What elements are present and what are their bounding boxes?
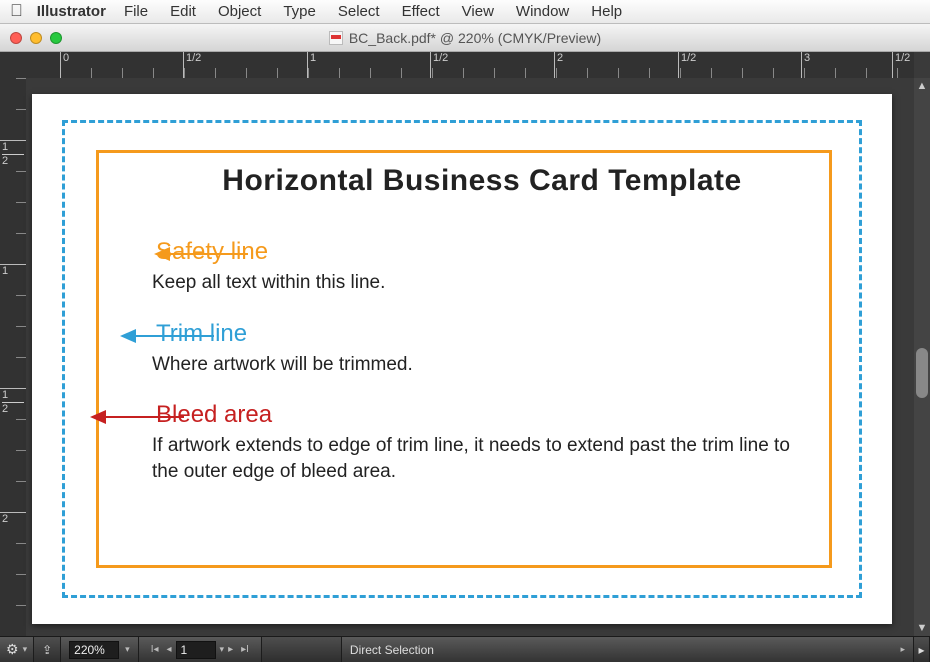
scroll-up-arrow-icon[interactable]: ▲ [914,78,930,94]
chevron-down-icon: ▾ [23,644,28,655]
status-options-button[interactable]: ⚙▾ [0,637,34,662]
template-title: Horizontal Business Card Template [152,164,812,198]
next-artboard-button[interactable]: ▸ [224,644,237,655]
chevron-down-icon[interactable]: ▾ [125,644,130,655]
export-icon: ⇪ [42,643,52,657]
window-titlebar: BC_Back.pdf* @ 220% (CMYK/Preview) [0,24,930,52]
menu-help[interactable]: Help [591,3,622,20]
last-artboard-button[interactable]: ▸I [237,644,253,655]
canvas[interactable]: Horizontal Business Card Template Safety… [26,78,914,636]
chevron-right-icon: ▸ [900,644,905,655]
safety-description: Keep all text within this line. [152,270,812,296]
trim-label-row: Trim line [152,320,812,348]
vertical-scrollbar[interactable]: ▲ ▼ [914,78,930,636]
pdf-file-icon [329,31,343,45]
apple-menu-icon[interactable]:  [10,1,23,21]
status-spacer [262,637,342,662]
menu-type[interactable]: Type [283,3,316,20]
gear-icon: ⚙ [6,641,19,658]
artboard-navigation: I◂ ◂ ▾ ▸ ▸I [139,637,262,662]
bleed-arrow-icon [88,408,184,426]
trim-description: Where artwork will be trimmed. [152,352,812,378]
menu-select[interactable]: Select [338,3,380,20]
first-artboard-button[interactable]: I◂ [147,644,163,655]
menu-window[interactable]: Window [516,3,569,20]
current-tool-label: Direct Selection [350,643,434,657]
zoom-button[interactable] [50,32,62,44]
horizontal-ruler[interactable]: 01/211/221/231/2 [26,52,914,78]
scroll-thumb[interactable] [916,348,928,398]
menu-view[interactable]: View [462,3,494,20]
minimize-button[interactable] [30,32,42,44]
window-title-text: BC_Back.pdf* @ 220% (CMYK/Preview) [349,30,601,46]
prev-artboard-button[interactable]: ◂ [163,644,176,655]
traffic-lights [0,32,62,44]
bleed-label-row: Bleed area [152,401,812,429]
zoom-input[interactable] [69,641,119,659]
close-button[interactable] [10,32,22,44]
workspace: 01/211/221/231/2 121122 ▲ ▼ Horizontal B… [0,52,930,636]
scroll-down-arrow-icon[interactable]: ▼ [914,620,930,636]
trim-arrow-icon [118,327,214,345]
menu-object[interactable]: Object [218,3,261,20]
status-export-button[interactable]: ⇪ [34,637,61,662]
bleed-description: If artwork extends to edge of trim line,… [152,433,812,484]
vertical-ruler[interactable]: 121122 [0,78,26,636]
safety-label-row: Safety line [152,238,812,266]
card-content: Horizontal Business Card Template Safety… [152,164,812,485]
artboard[interactable]: Horizontal Business Card Template Safety… [32,94,892,624]
window-title: BC_Back.pdf* @ 220% (CMYK/Preview) [0,30,930,46]
status-bar: ⚙▾ ⇪ ▾ I◂ ◂ ▾ ▸ ▸I Direct Selection ▸ ▸ [0,636,930,662]
safety-arrow-icon [152,245,248,263]
mac-menubar:  Illustrator File Edit Object Type Sele… [0,0,930,24]
menu-effect[interactable]: Effect [402,3,440,20]
app-menu[interactable]: Illustrator [37,3,106,20]
document-window: BC_Back.pdf* @ 220% (CMYK/Preview) 01/21… [0,24,930,662]
scroll-right-button[interactable]: ▸ [914,637,930,662]
menu-edit[interactable]: Edit [170,3,196,20]
ruler-origin[interactable] [0,52,26,78]
zoom-control[interactable]: ▾ [61,637,139,662]
menu-file[interactable]: File [124,3,148,20]
artboard-number-input[interactable] [176,641,216,659]
current-tool-display[interactable]: Direct Selection ▸ [342,637,914,662]
